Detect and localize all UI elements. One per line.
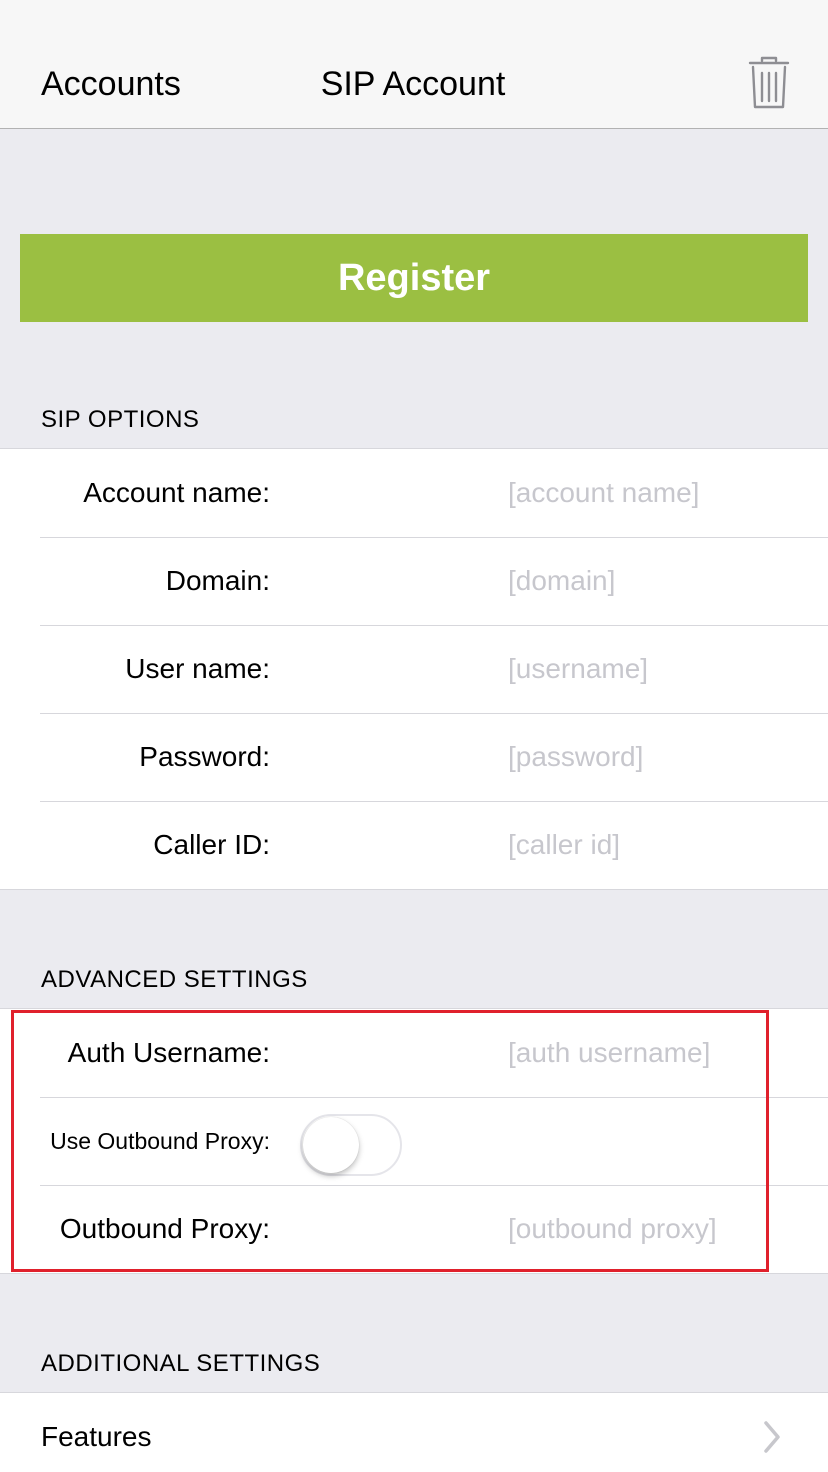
account-name-input[interactable] [508,449,808,537]
section-header-sip-options: SIP OPTIONS [41,406,200,433]
caller-id-input[interactable] [508,801,808,889]
row-auth-username: Auth Username: [0,1009,828,1097]
features-label: Features [41,1421,152,1452]
page-title: SIP Account [0,64,828,104]
navigation-bar: Accounts SIP Account [0,0,828,129]
auth-username-input[interactable] [508,1009,808,1097]
register-button[interactable]: Register [20,234,808,322]
auth-username-label: Auth Username: [67,1037,270,1068]
additional-settings-group: Features [0,1392,828,1472]
row-domain: Domain: [0,537,828,625]
row-caller-id: Caller ID: [0,801,828,889]
page-title-text: SIP Account [320,65,506,103]
sip-options-group: Account name: Domain: User name: Passwor… [0,448,828,890]
section-header-additional-settings: ADDITIONAL SETTINGS [41,1350,321,1377]
row-use-outbound-proxy: Use Outbound Proxy: [0,1097,828,1185]
password-label: Password: [139,741,270,772]
account-name-label: Account name: [83,477,270,508]
section-header-advanced-settings: ADVANCED SETTINGS [41,966,308,993]
chevron-right-icon [760,1419,784,1455]
domain-input[interactable] [508,537,808,625]
outbound-proxy-input[interactable] [508,1185,808,1273]
outbound-proxy-label: Outbound Proxy: [59,1213,270,1244]
advanced-settings-group: Auth Username: Use Outbound Proxy: Outbo… [0,1008,828,1274]
domain-label: Domain: [165,565,270,596]
caller-id-label: Caller ID: [153,829,270,860]
use-outbound-proxy-toggle[interactable] [300,1114,402,1176]
password-input[interactable] [508,713,808,801]
use-outbound-proxy-label: Use Outbound Proxy: [50,1128,270,1154]
row-account-name: Account name: [0,449,828,537]
user-name-label: User name: [125,653,270,684]
row-outbound-proxy: Outbound Proxy: [0,1185,828,1273]
user-name-input[interactable] [508,625,808,713]
row-user-name: User name: [0,625,828,713]
row-features[interactable]: Features [0,1393,828,1472]
row-password: Password: [0,713,828,801]
trash-icon[interactable] [748,56,790,110]
toggle-knob [303,1117,359,1173]
